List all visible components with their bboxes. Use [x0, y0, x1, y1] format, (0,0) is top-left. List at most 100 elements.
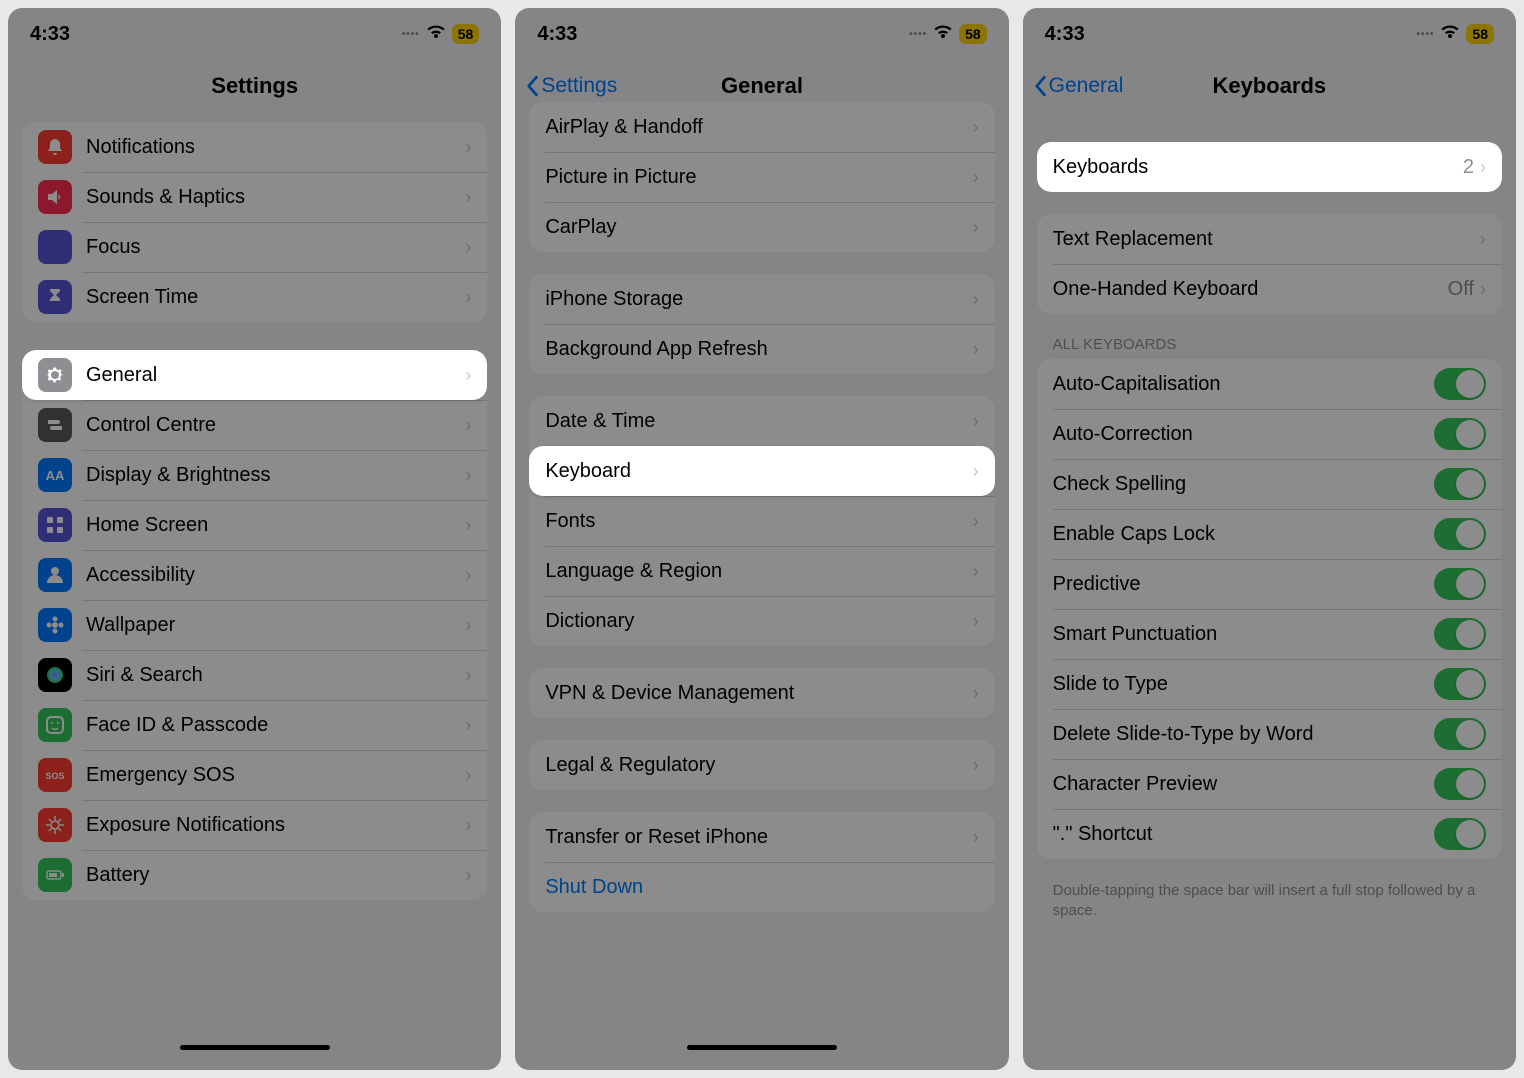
siri-icon: [38, 658, 72, 692]
settings-row-emergency-sos[interactable]: SOSEmergency SOS›: [22, 750, 487, 800]
row-label: Character Preview: [1053, 773, 1434, 796]
row-label: "." Shortcut: [1053, 823, 1434, 846]
chevron-right-icon: ›: [1480, 229, 1486, 250]
chevron-right-icon: ›: [973, 755, 979, 776]
settings-row-notifications[interactable]: Notifications›: [22, 122, 487, 172]
virus-icon: [38, 808, 72, 842]
row-label: Notifications: [86, 136, 465, 159]
general-row-fonts[interactable]: Fonts›: [529, 496, 994, 546]
toggle-row-delete-slide-to-type-by-word: Delete Slide-to-Type by Word: [1037, 709, 1502, 759]
chevron-right-icon: ›: [465, 515, 471, 536]
chevron-right-icon: ›: [1480, 279, 1486, 300]
moon-icon: [38, 230, 72, 264]
toggle-switch[interactable]: [1434, 768, 1486, 800]
settings-row-face-id-passcode[interactable]: Face ID & Passcode›: [22, 700, 487, 750]
hourglass-icon: [38, 280, 72, 314]
general-row-transfer-or-reset-iphone[interactable]: Transfer or Reset iPhone›: [529, 812, 994, 862]
cell-dots-icon: ••••: [909, 29, 927, 40]
chevron-right-icon: ›: [465, 465, 471, 486]
toggle-row-predictive: Predictive: [1037, 559, 1502, 609]
row-label: Screen Time: [86, 286, 465, 309]
toggle-switch[interactable]: [1434, 718, 1486, 750]
row-label: Slide to Type: [1053, 673, 1434, 696]
general-row-airplay-handoff[interactable]: AirPlay & Handoff›: [529, 102, 994, 152]
status-time: 4:33: [537, 23, 577, 46]
general-row-keyboard[interactable]: Keyboard›: [529, 446, 994, 496]
toggle-switch[interactable]: [1434, 668, 1486, 700]
keyboards-row[interactable]: Keyboards2›: [1037, 142, 1502, 192]
toggle-row-smart-punctuation: Smart Punctuation: [1037, 609, 1502, 659]
general-row-vpn-device-management[interactable]: VPN & Device Management›: [529, 668, 994, 718]
settings-list[interactable]: Notifications›Sounds & Haptics›Focus›Scr…: [8, 112, 501, 1070]
home-indicator[interactable]: [687, 1045, 837, 1050]
settings-row-battery[interactable]: Battery›: [22, 850, 487, 900]
general-row-iphone-storage[interactable]: iPhone Storage›: [529, 274, 994, 324]
toggle-switch[interactable]: [1434, 568, 1486, 600]
toggle-switch[interactable]: [1434, 818, 1486, 850]
row-label: Exposure Notifications: [86, 814, 465, 837]
general-row-carplay[interactable]: CarPlay›: [529, 202, 994, 252]
toggle-row-check-spelling: Check Spelling: [1037, 459, 1502, 509]
chevron-right-icon: ›: [465, 665, 471, 686]
general-row-shut-down[interactable]: Shut Down: [529, 862, 994, 912]
row-one-handed-keyboard[interactable]: One-Handed KeyboardOff›: [1037, 264, 1502, 314]
row-label: Auto-Correction: [1053, 423, 1434, 446]
toggle-switch[interactable]: [1434, 418, 1486, 450]
home-indicator[interactable]: [180, 1045, 330, 1050]
settings-row-display-brightness[interactable]: AADisplay & Brightness›: [22, 450, 487, 500]
row-text-replacement[interactable]: Text Replacement›: [1037, 214, 1502, 264]
settings-row-general[interactable]: General›: [22, 350, 487, 400]
faceid-icon: [38, 708, 72, 742]
settings-row-exposure-notifications[interactable]: Exposure Notifications›: [22, 800, 487, 850]
settings-row-control-centre[interactable]: Control Centre›: [22, 400, 487, 450]
row-value: Off: [1448, 278, 1474, 301]
general-row-legal-regulatory[interactable]: Legal & Regulatory›: [529, 740, 994, 790]
page-title: Keyboards: [1212, 73, 1326, 99]
chevron-right-icon: ›: [1480, 157, 1486, 178]
toggle-row-slide-to-type: Slide to Type: [1037, 659, 1502, 709]
settings-row-accessibility[interactable]: Accessibility›: [22, 550, 487, 600]
chevron-right-icon: ›: [973, 339, 979, 360]
settings-row-focus[interactable]: Focus›: [22, 222, 487, 272]
row-label: Enable Caps Lock: [1053, 523, 1434, 546]
settings-row-screen-time[interactable]: Screen Time›: [22, 272, 487, 322]
row-label: Transfer or Reset iPhone: [545, 826, 972, 849]
general-list[interactable]: AirPlay & Handoff›Picture in Picture›Car…: [515, 102, 1008, 1070]
back-button[interactable]: Settings: [525, 74, 617, 98]
general-row-dictionary[interactable]: Dictionary›: [529, 596, 994, 646]
row-label: Language & Region: [545, 560, 972, 583]
back-button[interactable]: General: [1033, 74, 1124, 98]
keyboards-list[interactable]: Keyboards2›Text Replacement›One-Handed K…: [1023, 112, 1516, 1070]
toggle-switch[interactable]: [1434, 468, 1486, 500]
chevron-right-icon: ›: [465, 137, 471, 158]
toggle-row-auto-correction: Auto-Correction: [1037, 409, 1502, 459]
wifi-icon: [426, 24, 446, 45]
general-row-language-region[interactable]: Language & Region›: [529, 546, 994, 596]
toggle-switch[interactable]: [1434, 368, 1486, 400]
row-label: CarPlay: [545, 216, 972, 239]
general-row-background-app-refresh[interactable]: Background App Refresh›: [529, 324, 994, 374]
status-bar: 4:33 •••• 58: [1023, 8, 1516, 60]
settings-row-siri-search[interactable]: Siri & Search›: [22, 650, 487, 700]
toggle-switch[interactable]: [1434, 518, 1486, 550]
row-label: Date & Time: [545, 410, 972, 433]
row-value: 2: [1463, 156, 1474, 179]
row-label: Picture in Picture: [545, 166, 972, 189]
chevron-right-icon: ›: [973, 683, 979, 704]
nav-bar: General Keyboards: [1023, 60, 1516, 112]
chevron-right-icon: ›: [973, 217, 979, 238]
gear-icon: [38, 358, 72, 392]
toggle-switch[interactable]: [1434, 618, 1486, 650]
row-label: Shut Down: [545, 876, 978, 899]
general-row-date-time[interactable]: Date & Time›: [529, 396, 994, 446]
settings-row-wallpaper[interactable]: Wallpaper›: [22, 600, 487, 650]
chevron-right-icon: ›: [973, 511, 979, 532]
flower-icon: [38, 608, 72, 642]
toggle-row--shortcut: "." Shortcut: [1037, 809, 1502, 859]
settings-row-home-screen[interactable]: Home Screen›: [22, 500, 487, 550]
general-row-picture-in-picture[interactable]: Picture in Picture›: [529, 152, 994, 202]
chevron-right-icon: ›: [465, 815, 471, 836]
settings-row-sounds-haptics[interactable]: Sounds & Haptics›: [22, 172, 487, 222]
row-label: Battery: [86, 864, 465, 887]
svg-text:SOS: SOS: [45, 771, 64, 781]
